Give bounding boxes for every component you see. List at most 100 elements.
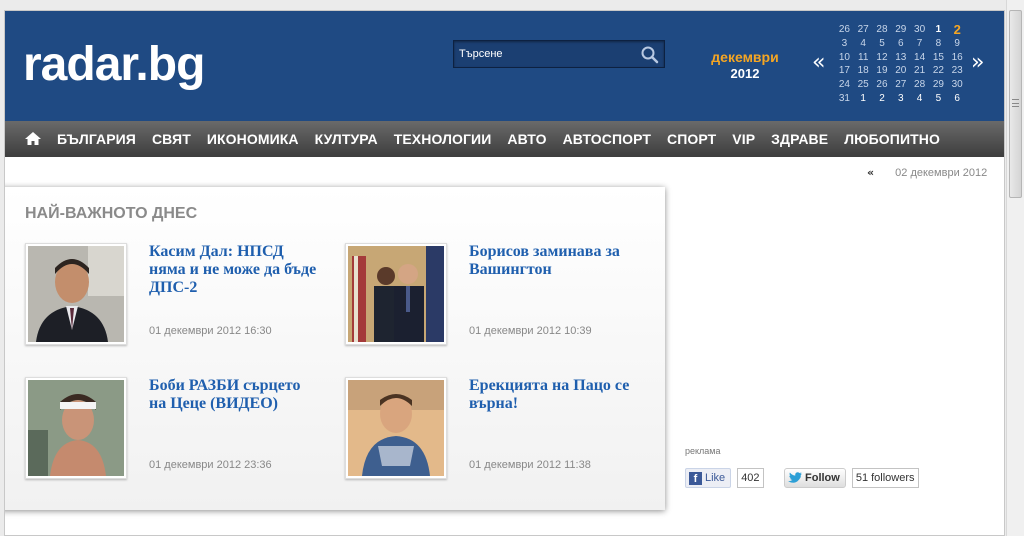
- calendar-year: 2012: [730, 66, 760, 81]
- story-thumbnail[interactable]: [25, 377, 127, 479]
- calendar-week-row: 31 1 2 3 4 5 6: [835, 92, 967, 106]
- story-item: Ерекцията на Пацо се върна! 01 декември …: [345, 377, 645, 481]
- calendar-day[interactable]: 6: [891, 37, 910, 51]
- calendar-day[interactable]: 11: [854, 51, 873, 65]
- calendar-day[interactable]: 3: [835, 37, 854, 51]
- scrollbar-thumb[interactable]: [1009, 10, 1022, 198]
- story-item: Касим Дал: НПСД няма и не може да бъде Д…: [25, 243, 325, 347]
- calendar-day[interactable]: 19: [873, 64, 892, 78]
- home-icon[interactable]: [23, 129, 43, 149]
- calendar-day[interactable]: 23: [948, 64, 967, 78]
- search-input[interactable]: [454, 41, 634, 67]
- page-frame: radar.bg декември 2012 « 262728293012345…: [4, 10, 1005, 536]
- calendar-week-row: 26 27 28 29 30 1 2: [835, 23, 967, 37]
- site-header: radar.bg декември 2012 « 262728293012345…: [5, 11, 1004, 121]
- facebook-like-count: 402: [737, 468, 764, 488]
- scrollbar-grip-icon: [1012, 99, 1019, 107]
- twitter-follow-button[interactable]: Follow: [784, 468, 846, 488]
- story-time: 01 декември 2012 11:38: [469, 459, 591, 471]
- nav-item[interactable]: СВЯТ: [152, 131, 191, 147]
- calendar-day[interactable]: 29: [891, 23, 910, 37]
- calendar-day[interactable]: 2: [948, 23, 967, 37]
- twitter-follow-label: Follow: [805, 472, 840, 484]
- calendar-day[interactable]: 16: [948, 51, 967, 65]
- nav-item[interactable]: ЛЮБОПИТНО: [844, 131, 940, 147]
- calendar-day[interactable]: 12: [873, 51, 892, 65]
- vertical-scrollbar[interactable]: [1006, 0, 1024, 536]
- story-headline[interactable]: Борисов заминава за Вашингтон: [469, 243, 639, 279]
- calendar-day[interactable]: 7: [910, 37, 929, 51]
- calendar-week-row: 24 25 26 27 28 29 30: [835, 78, 967, 92]
- story-thumbnail[interactable]: [345, 377, 447, 479]
- calendar-day[interactable]: 1: [854, 92, 873, 106]
- nav-item[interactable]: БЪЛГАРИЯ: [57, 131, 136, 147]
- calendar-day[interactable]: 9: [948, 37, 967, 51]
- woman-photo-image: [28, 380, 124, 476]
- calendar-day[interactable]: 8: [929, 37, 948, 51]
- story-time: 01 декември 2012 16:30: [149, 325, 272, 337]
- site-logo[interactable]: radar.bg: [23, 37, 205, 93]
- man-photo-image: [348, 380, 444, 476]
- facebook-like-button[interactable]: f Like: [685, 468, 732, 488]
- calendar-day[interactable]: 17: [835, 64, 854, 78]
- nav-item[interactable]: ТЕХНОЛОГИИ: [394, 131, 492, 147]
- top-stories-title: НАЙ-ВАЖНОТО ДНЕС: [25, 205, 198, 222]
- calendar-day[interactable]: 27: [891, 78, 910, 92]
- calendar-day[interactable]: 10: [835, 51, 854, 65]
- top-stories-box: НАЙ-ВАЖНОТО ДНЕС Касим Дал: НПСД няма и …: [5, 187, 665, 510]
- story-thumbnail[interactable]: [25, 243, 127, 345]
- date-navigation: « 02 декември 2012: [867, 166, 987, 179]
- calendar-day[interactable]: 6: [948, 92, 967, 106]
- calendar-prev-arrow[interactable]: «: [812, 52, 825, 74]
- portrait-image: [28, 246, 124, 342]
- story-headline[interactable]: Ерекцията на Пацо се върна!: [469, 377, 639, 413]
- calendar-day[interactable]: 27: [854, 23, 873, 37]
- calendar-day[interactable]: 5: [929, 92, 948, 106]
- search-icon[interactable]: [640, 45, 660, 65]
- calendar-day[interactable]: 31: [835, 92, 854, 106]
- calendar-day[interactable]: 1: [929, 23, 948, 37]
- story-thumbnail[interactable]: [345, 243, 447, 345]
- calendar-day[interactable]: 4: [910, 92, 929, 106]
- nav-item[interactable]: ИКОНОМИКА: [207, 131, 299, 147]
- facebook-like-label: Like: [705, 472, 726, 484]
- calendar-day[interactable]: 20: [891, 64, 910, 78]
- calendar-day[interactable]: 22: [929, 64, 948, 78]
- calendar-month: декември: [711, 49, 779, 65]
- calendar-day[interactable]: 28: [910, 78, 929, 92]
- calendar-week-row: 17 18 19 20 21 22 23: [835, 64, 967, 78]
- story-headline[interactable]: Касим Дал: НПСД няма и не може да бъде Д…: [149, 243, 319, 297]
- calendar-day[interactable]: 28: [873, 23, 892, 37]
- calendar-day[interactable]: 18: [854, 64, 873, 78]
- calendar-day[interactable]: 2: [873, 92, 892, 106]
- prev-day-arrow[interactable]: «: [867, 166, 874, 179]
- calendar-day[interactable]: 14: [910, 51, 929, 65]
- calendar-day[interactable]: 30: [948, 78, 967, 92]
- calendar-day[interactable]: 26: [873, 78, 892, 92]
- calendar-day[interactable]: 13: [891, 51, 910, 65]
- story-headline[interactable]: Боби РАЗБИ сърцето на Цеце (ВИДЕО): [149, 377, 319, 413]
- meeting-photo-image: [348, 246, 444, 342]
- calendar-day[interactable]: 4: [854, 37, 873, 51]
- current-date: 02 декември 2012: [895, 167, 988, 179]
- calendar-day[interactable]: 5: [873, 37, 892, 51]
- nav-item[interactable]: ЗДРАВЕ: [771, 131, 828, 147]
- nav-item[interactable]: АВТОСПОРТ: [563, 131, 651, 147]
- nav-item[interactable]: КУЛТУРА: [315, 131, 378, 147]
- nav-item[interactable]: АВТО: [507, 131, 546, 147]
- calendar-day[interactable]: 3: [891, 92, 910, 106]
- calendar-day[interactable]: 25: [854, 78, 873, 92]
- calendar-day[interactable]: 30: [910, 23, 929, 37]
- calendar-week-row: 3456789: [835, 37, 967, 51]
- story-item: Боби РАЗБИ сърцето на Цеце (ВИДЕО) 01 де…: [25, 377, 325, 481]
- calendar-day[interactable]: 29: [929, 78, 948, 92]
- calendar-day[interactable]: 26: [835, 23, 854, 37]
- calendar-week-row: 10 11 12 13 14 15 16: [835, 51, 967, 65]
- twitter-followers-count: 51 followers: [851, 468, 919, 488]
- calendar-day[interactable]: 24: [835, 78, 854, 92]
- calendar-day[interactable]: 21: [910, 64, 929, 78]
- nav-item[interactable]: VIP: [732, 131, 755, 147]
- calendar-day[interactable]: 15: [929, 51, 948, 65]
- nav-item[interactable]: СПОРТ: [667, 131, 716, 147]
- calendar-next-arrow[interactable]: »: [971, 52, 984, 74]
